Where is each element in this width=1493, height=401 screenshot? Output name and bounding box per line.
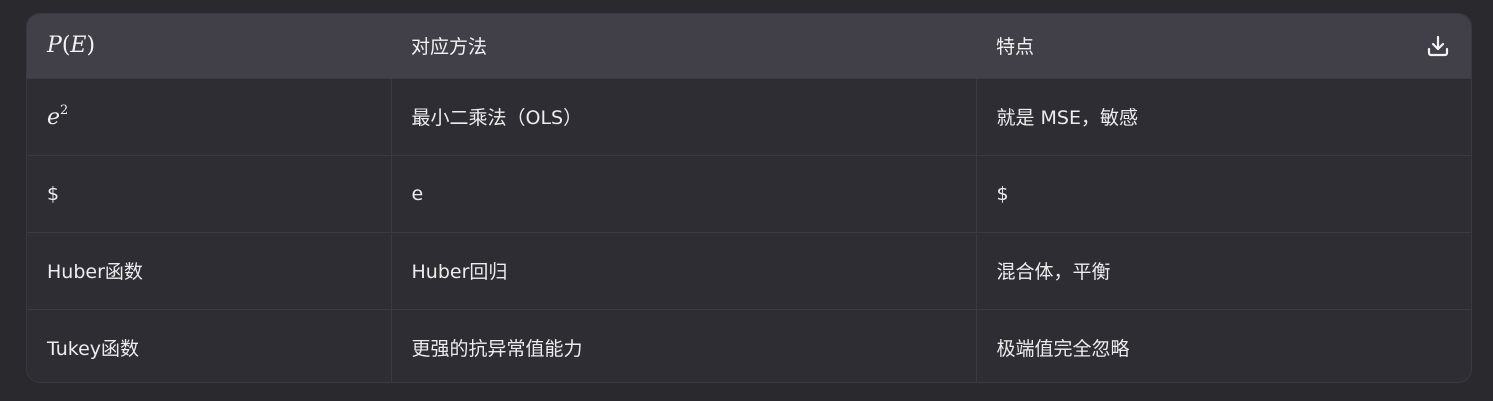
table-cell: $ [996, 182, 1009, 205]
table-cell: 就是 MSE，敏感 [996, 107, 1139, 129]
table-cell: e2 [27, 78, 392, 155]
table-header-row: P(E) 对应方法 特点 [27, 14, 1471, 78]
table-cell: $ [27, 155, 392, 232]
math-formula-e-squared: e2 [47, 103, 69, 130]
download-icon [1427, 35, 1449, 56]
table-cell: 极端值完全忽略 [996, 338, 1130, 361]
header-cell-method: 对应方法 [391, 14, 976, 78]
header-label-feature: 特点 [996, 36, 1035, 59]
header-cell-feature: 特点 [976, 14, 1471, 78]
table-cell: e [391, 155, 977, 232]
math-formula-p-of-e: P(E) [47, 33, 96, 59]
markdown-table-container: P(E) 对应方法 特点 e2 最小二乘法（OLS） 就是 MSE，敏感 $ e… [26, 13, 1472, 383]
header-cell-loss-function: P(E) [27, 14, 391, 78]
table-row: Tukey函数 更强的抗异常值能力 极端值完全忽略 [27, 309, 1471, 382]
table-row: Huber函数 Huber回归 混合体，平衡 [27, 232, 1471, 309]
table-row: $ e $ [27, 155, 1471, 232]
table-cell: Huber回归 [391, 232, 977, 309]
table-cell: Huber函数 [27, 232, 392, 309]
table-cell: Tukey函数 [27, 309, 392, 382]
table-cell: 混合体，平衡 [996, 261, 1111, 283]
table-cell: 最小二乘法（OLS） [391, 78, 977, 155]
data-table: P(E) 对应方法 特点 e2 最小二乘法（OLS） 就是 MSE，敏感 $ e… [27, 14, 1471, 382]
table-cell: 更强的抗异常值能力 [391, 309, 977, 382]
header-label-method: 对应方法 [411, 36, 488, 59]
table-row: e2 最小二乘法（OLS） 就是 MSE，敏感 [27, 78, 1471, 155]
download-button[interactable] [1425, 33, 1451, 59]
